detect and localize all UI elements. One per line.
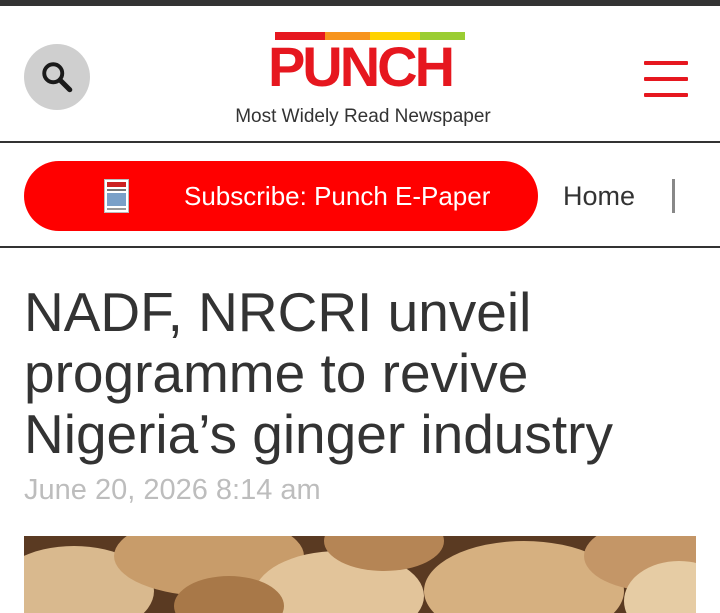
search-button[interactable] [24, 44, 90, 110]
navigation-bar: Subscribe: Punch E-Paper Home [0, 145, 720, 248]
site-header: PUNCH Most Widely Read Newspaper [0, 6, 720, 143]
site-tagline: Most Widely Read Newspaper [235, 106, 491, 127]
article-headline: NADF, NRCRI unveil programme to revive N… [24, 281, 613, 465]
nav-divider [672, 179, 675, 213]
search-icon [42, 62, 73, 93]
article-date: June 20, 2026 8:14 am [24, 474, 321, 506]
article-hero-image[interactable] [24, 536, 696, 613]
logo-wordmark: PUNCH [267, 35, 455, 98]
hamburger-menu-button[interactable] [644, 61, 688, 99]
subscribe-label: Subscribe: Punch E-Paper [184, 181, 491, 211]
epaper-thumbnail-icon [104, 179, 129, 213]
punch-logo[interactable]: PUNCH [255, 32, 465, 104]
subscribe-epaper-button[interactable]: Subscribe: Punch E-Paper [24, 161, 538, 231]
nav-link-home[interactable]: Home [563, 161, 635, 231]
